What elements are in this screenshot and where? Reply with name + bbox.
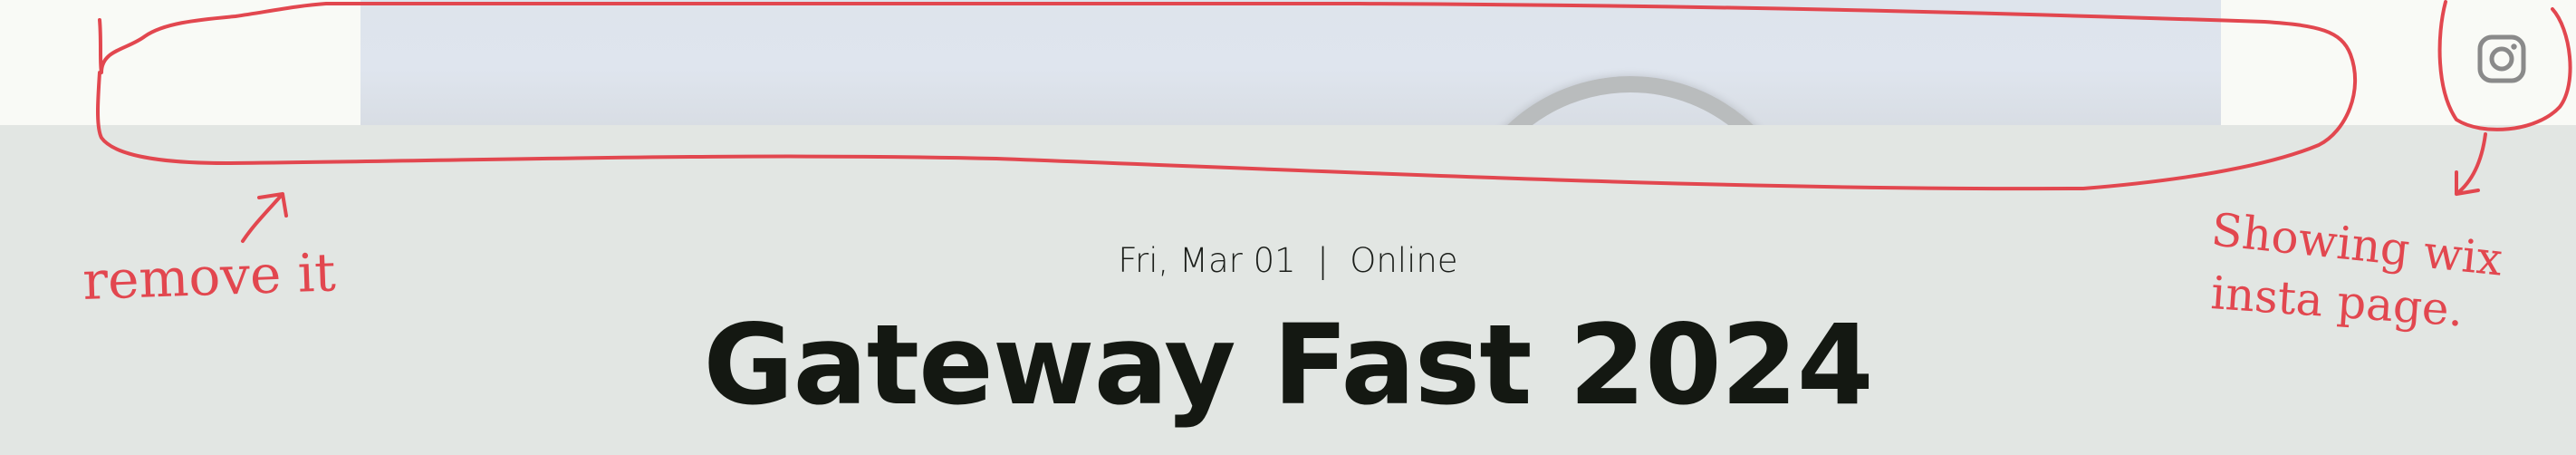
event-location: Online: [1350, 241, 1458, 280]
hero-image-arc: [1451, 76, 1810, 125]
hero-image: [360, 0, 2221, 125]
event-title: Gateway Fast 2024: [703, 301, 1873, 430]
event-date-location: Fri, Mar 01 | Online: [0, 241, 2576, 280]
event-date: Fri, Mar 01: [1118, 241, 1296, 280]
instagram-link[interactable]: [2475, 33, 2528, 85]
meta-separator: |: [1317, 241, 1329, 280]
instagram-icon: [2477, 34, 2526, 83]
